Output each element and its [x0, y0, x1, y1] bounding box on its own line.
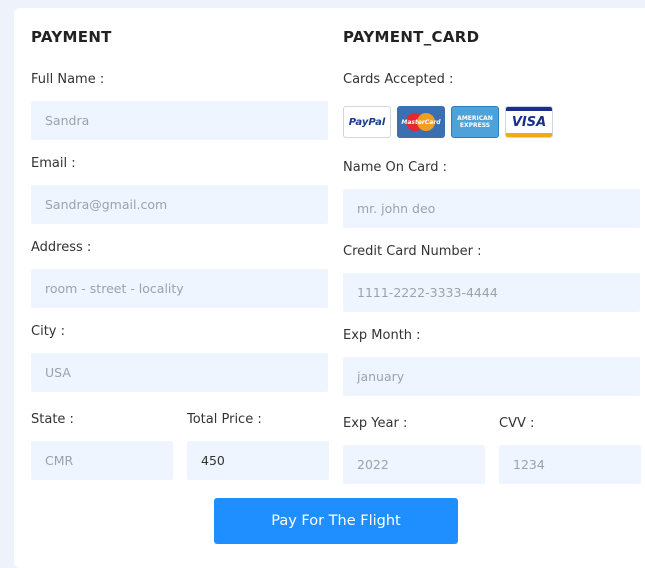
total-price-label: Total Price : — [187, 412, 262, 427]
full-name-label: Full Name : — [31, 72, 105, 87]
american-express-icon: AMERICAN EXPRESS — [451, 106, 499, 138]
exp-month-label: Exp Month : — [343, 328, 421, 343]
mastercard-icon: MasterCard — [397, 106, 445, 138]
email-label: Email : — [31, 156, 76, 171]
paypal-icon: PayPal — [343, 106, 391, 138]
name-on-card-input[interactable]: mr. john deo — [343, 189, 640, 228]
email-input[interactable]: Sandra@gmail.com — [31, 185, 328, 224]
exp-year-input[interactable]: 2022 — [343, 445, 485, 484]
cards-accepted-label: Cards Accepted : — [343, 72, 454, 87]
cvv-input[interactable]: 1234 — [499, 445, 641, 484]
checkout-card: PAYMENT Full Name : Sandra Email : Sandr… — [14, 8, 645, 568]
address-input[interactable]: room - street - locality — [31, 269, 328, 308]
city-label: City : — [31, 324, 65, 339]
exp-month-input[interactable]: january — [343, 357, 640, 396]
city-input[interactable]: USA — [31, 353, 328, 392]
name-on-card-label: Name On Card : — [343, 160, 448, 175]
payment-title: PAYMENT — [31, 28, 112, 46]
card-number-label: Credit Card Number : — [343, 244, 482, 259]
card-number-input[interactable]: 1111-2222-3333-4444 — [343, 273, 640, 312]
full-name-input[interactable]: Sandra — [31, 101, 328, 140]
pay-for-flight-button[interactable]: Pay For The Flight — [214, 498, 458, 544]
accepted-cards: PayPal MasterCard AMERICAN EXPRESS VISA — [343, 106, 553, 140]
address-label: Address : — [31, 240, 92, 255]
exp-year-label: Exp Year : — [343, 416, 408, 431]
payment-card-title: PAYMENT_CARD — [343, 28, 480, 46]
state-input[interactable]: CMR — [31, 441, 173, 480]
visa-icon: VISA — [505, 106, 553, 138]
state-label: State : — [31, 412, 74, 427]
total-price-input[interactable]: 450 — [187, 441, 329, 480]
cvv-label: CVV : — [499, 416, 535, 431]
